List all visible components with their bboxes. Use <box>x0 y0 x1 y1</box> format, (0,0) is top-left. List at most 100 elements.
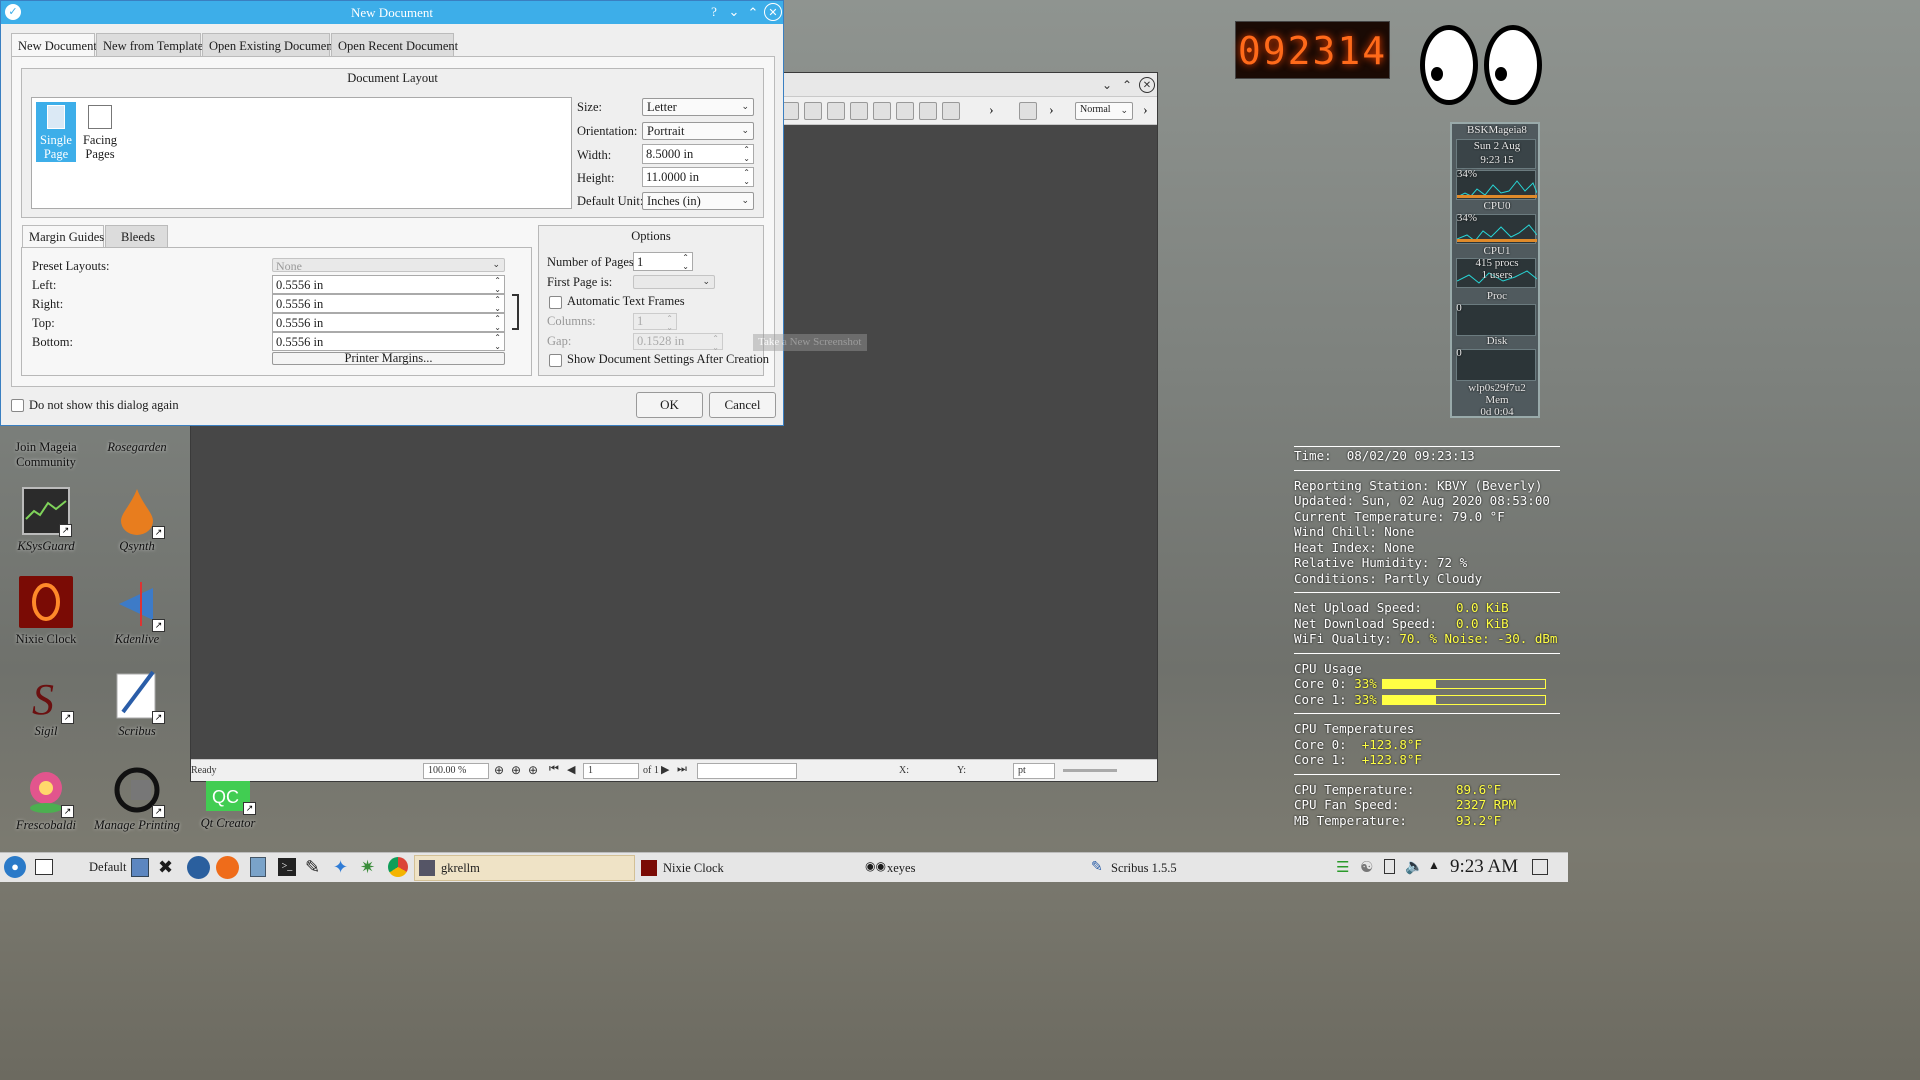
chevron-right-icon[interactable]: › <box>1143 103 1148 119</box>
columns-field[interactable]: 1 ⌃ ⌄ <box>633 313 677 332</box>
file-manager-icon[interactable] <box>131 858 149 877</box>
zoom-icon[interactable] <box>804 102 822 120</box>
terminal-icon[interactable]: >_ <box>278 858 296 876</box>
task-scribus[interactable]: ✎ Scribus 1.5.5 <box>1084 855 1280 881</box>
maximize-icon[interactable]: ⌃ <box>1119 77 1135 93</box>
taskbar-clock[interactable]: 9:23 AM <box>1450 856 1518 878</box>
text-frame-icon[interactable] <box>827 102 845 120</box>
mageia-menu-icon[interactable]: ● <box>4 856 26 878</box>
unlink-frames-icon[interactable] <box>896 102 914 120</box>
show-settings-checkbox[interactable] <box>549 354 562 367</box>
number-of-pages-field[interactable]: 1 ⌃ ⌄ <box>633 252 693 271</box>
width-field[interactable]: 8.5000 in ⌃ ⌄ <box>642 144 754 164</box>
tools-icon[interactable]: ✖ <box>158 857 173 878</box>
first-page-icon[interactable]: ⏮ <box>549 763 559 776</box>
desktop-pager-icon[interactable] <box>1532 859 1548 875</box>
clipboard-icon[interactable] <box>1384 859 1395 874</box>
desktop-icon-rosegarden[interactable]: Rosegarden <box>91 428 183 455</box>
link-frames-icon[interactable] <box>873 102 891 120</box>
conky-time: Time: 08/02/20 09:23:13 <box>1294 448 1475 463</box>
cancel-button[interactable]: Cancel <box>709 392 776 418</box>
activity-label[interactable]: Default <box>89 860 126 875</box>
chevron-up-icon[interactable]: ▲ <box>1428 858 1440 873</box>
size-select[interactable]: Letter ⌄ <box>642 98 754 116</box>
desktop-icon-ksysguard[interactable]: ↗ KSysGuard <box>0 487 92 554</box>
next-page-icon[interactable]: ▶ <box>661 763 669 776</box>
preview-icon[interactable] <box>1019 102 1037 120</box>
desktop-icon-sigil[interactable]: S ↗ Sigil <box>0 672 92 739</box>
tab-bleeds[interactable]: Bleeds <box>105 225 168 248</box>
zoom-100-icon[interactable]: ⊕ <box>511 763 521 778</box>
left-margin-field[interactable]: 0.5556 in ⌃ ⌄ <box>272 275 505 294</box>
tab-new-document[interactable]: New Document <box>11 33 97 57</box>
chevron-down-icon[interactable]: ⌄ <box>1099 77 1115 93</box>
chevron-right-icon[interactable]: › <box>989 103 994 119</box>
default-unit-select[interactable]: Inches (in) ⌄ <box>642 192 754 210</box>
top-margin-field[interactable]: 0.5556 in ⌃ ⌄ <box>272 313 505 332</box>
do-not-show-checkbox[interactable] <box>11 399 24 412</box>
conky-mb-temperature: MB Temperature: 93.2°F <box>1294 812 1502 828</box>
chevron-right-icon[interactable]: › <box>1049 103 1054 119</box>
desktop-icon-qsynth[interactable]: ↗ Qsynth <box>91 487 183 554</box>
measure-icon[interactable] <box>919 102 937 120</box>
zoom-in-icon[interactable]: ⊕ <box>528 763 538 778</box>
desktop-icon-nixie-clock[interactable]: Nixie Clock <box>0 576 92 647</box>
close-icon[interactable]: ✕ <box>764 3 782 21</box>
text-editor-icon[interactable]: ✎ <box>305 857 320 878</box>
help-icon[interactable]: ? <box>705 3 723 21</box>
desktop-icon-scribus[interactable]: ↗ Scribus <box>91 668 183 739</box>
volume-icon[interactable]: 🔈 <box>1405 857 1424 876</box>
bird-icon[interactable]: ✦ <box>333 857 348 878</box>
firefox-icon[interactable] <box>216 856 239 879</box>
unit-select[interactable]: pt <box>1013 763 1055 779</box>
facing-pages-option[interactable]: Facing Pages <box>78 102 122 162</box>
zoom-out-icon[interactable]: ⊕ <box>494 763 504 778</box>
task-xeyes[interactable]: ◉◉ xeyes <box>860 855 1082 881</box>
settings-icon[interactable] <box>187 856 210 879</box>
margin-guides-panel: Preset Layouts: None ⌄ Left: 0.5556 in ⌃ ⌄ … <box>21 247 532 376</box>
zoom-field[interactable]: 100.00 % <box>423 763 489 779</box>
first-page-select[interactable]: ⌄ <box>633 275 715 289</box>
task-gkrellm[interactable]: gkrellm <box>414 855 635 881</box>
files-icon[interactable] <box>250 857 266 877</box>
svg-text:QC: QC <box>212 787 239 807</box>
desktop-icon-join-mageia[interactable]: Join Mageia Community <box>0 428 92 470</box>
view-mode-select[interactable]: Normal ⌄ <box>1075 102 1133 120</box>
height-field[interactable]: 11.0000 in ⌃ ⌄ <box>642 167 754 187</box>
link-margins-icon[interactable] <box>512 294 519 330</box>
printer-margins-button[interactable]: Printer Margins... <box>272 352 505 365</box>
maximize-icon[interactable]: ⌃ <box>744 4 762 22</box>
preset-layouts-select[interactable]: None ⌄ <box>272 258 505 273</box>
tab-new-from-template[interactable]: New from Template <box>96 33 203 57</box>
network-icon[interactable]: ☯ <box>1360 858 1373 877</box>
orientation-select[interactable]: Portrait ⌄ <box>642 122 754 140</box>
eyedropper-icon[interactable] <box>942 102 960 120</box>
gk-procs: 415 procs <box>1475 257 1519 269</box>
tab-open-existing[interactable]: Open Existing Document <box>202 33 336 57</box>
desktop-icon-kdenlive[interactable]: ↗ Kdenlive <box>91 580 183 647</box>
desktop-icon-qt-creator[interactable]: QC ↗ Qt Creator <box>182 781 274 831</box>
show-desktop-icon[interactable] <box>35 859 53 875</box>
layer-select[interactable] <box>697 763 797 779</box>
tab-open-recent[interactable]: Open Recent Document <box>331 33 458 57</box>
prev-page-icon[interactable]: ◀ <box>567 763 575 776</box>
puzzle-icon[interactable]: ✷ <box>360 857 375 878</box>
tab-margin-guides[interactable]: Margin Guides <box>22 225 104 248</box>
gap-field[interactable]: 0.1528 in ⌃ ⌄ <box>633 333 723 352</box>
page-field[interactable]: 1 <box>583 763 639 779</box>
bottom-margin-field[interactable]: 0.5556 in ⌃ ⌄ <box>272 332 505 351</box>
ok-button[interactable]: OK <box>636 392 703 418</box>
close-icon[interactable]: ✕ <box>1139 77 1155 93</box>
automatic-text-frames-checkbox[interactable] <box>549 296 562 309</box>
zoom-slider[interactable] <box>1063 769 1117 772</box>
minimize-icon[interactable]: ⌄ <box>725 3 743 21</box>
single-page-option[interactable]: Single Page <box>36 102 76 162</box>
right-margin-field[interactable]: 0.5556 in ⌃ ⌄ <box>272 294 505 313</box>
desktop-icon-frescobaldi[interactable]: ↗ Frescobaldi <box>0 766 92 833</box>
text-edit-icon[interactable] <box>850 102 868 120</box>
chrome-icon[interactable] <box>388 857 408 877</box>
last-page-icon[interactable]: ⏭ <box>677 763 687 776</box>
wifi-icon[interactable]: ☰ <box>1336 858 1349 877</box>
task-nixie-clock[interactable]: Nixie Clock <box>636 855 858 881</box>
desktop-icon-manage-printing[interactable]: ↗ Manage Printing <box>91 766 183 833</box>
